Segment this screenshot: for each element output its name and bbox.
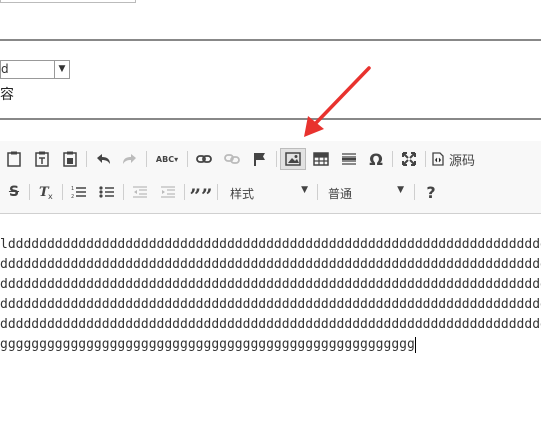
table-icon[interactable] (311, 148, 331, 170)
format-combo[interactable]: 普通 ▼ (322, 181, 408, 203)
content-line: dddddddddddddddddddddddddddddddddddddddd… (0, 297, 541, 312)
toolbar-separator (184, 184, 185, 200)
paste-icon[interactable] (4, 148, 24, 170)
font-select-value: d (1, 62, 9, 76)
toolbar-row-1: ABC ▾ Ω 源码 (0, 146, 541, 172)
spellcheck-icon[interactable]: ABC ▾ (153, 148, 181, 170)
content-line-text: gggggggggggggggggggggggggggggggggggggggg… (0, 337, 415, 352)
image-icon[interactable] (280, 148, 306, 170)
chevron-down-icon: ▼ (301, 185, 308, 195)
content-line: dddddddddddddddddddddddddddddddddddddddd… (0, 317, 541, 332)
top-input-box[interactable] (0, 0, 136, 3)
source-label: 源码 (449, 153, 476, 169)
bulleted-list-icon[interactable] (97, 181, 117, 203)
annotation-arrow-icon (304, 66, 371, 137)
help-icon[interactable]: ? (421, 181, 441, 203)
toolbar-separator (146, 151, 147, 167)
toolbar-separator (123, 184, 124, 200)
svg-text:1: 1 (71, 186, 74, 192)
format-combo-label: 普通 (328, 187, 353, 201)
undo-icon[interactable] (93, 148, 113, 170)
font-select[interactable]: d ▼ (0, 60, 70, 79)
strikethrough-icon[interactable]: S (5, 181, 23, 203)
remove-format-icon[interactable]: Tx (36, 181, 56, 203)
chevron-down-icon: ▼ (397, 185, 404, 195)
content-line: lddddddddddddddddddddddddddddddddddddddd… (0, 237, 541, 252)
svg-text:x: x (48, 192, 53, 199)
paste-text-icon[interactable] (32, 148, 52, 170)
paste-word-icon[interactable] (60, 148, 80, 170)
source-doc-icon (432, 152, 444, 166)
editor-content[interactable]: lddddddddddddddddddddddddddddddddddddddd… (0, 235, 541, 355)
toolbar-separator (425, 151, 426, 167)
content-line-last: gggggggggggggggggggggggggggggggggggggggg… (0, 335, 541, 355)
content-line: dddddddddddddddddddddddddddddddddddddddd… (0, 277, 541, 292)
chevron-down-icon: ▼ (54, 60, 69, 79)
blockquote-icon[interactable]: ”” (190, 181, 213, 208)
source-button[interactable]: 源码 (432, 148, 482, 170)
toolbar-row-2: S Tx 12 ”” 样式 ▼ 普通 ▼ ? (0, 179, 541, 208)
text-cursor (414, 336, 416, 353)
toolbar-separator (62, 184, 63, 200)
toolbar-separator (187, 151, 188, 167)
numbered-list-icon[interactable]: 12 (69, 181, 89, 203)
toolbar-separator (29, 184, 30, 200)
spellcheck-label: ABC (155, 154, 175, 164)
special-char-omega-icon[interactable]: Ω (366, 148, 386, 170)
indent-icon[interactable] (158, 181, 178, 203)
toolbar-separator (317, 184, 318, 200)
styles-combo-label: 样式 (230, 187, 255, 201)
toolbar-separator (217, 184, 218, 200)
styles-combo[interactable]: 样式 ▼ (224, 181, 312, 203)
divider-bottom (0, 118, 541, 120)
toolbar-separator (86, 151, 87, 167)
outdent-icon[interactable] (130, 181, 150, 203)
editor-toolbar: ABC ▾ Ω 源码 S T x 1 2 ”” 样式 ▼ 普通 ▼ ? (0, 141, 541, 214)
svg-text:2: 2 (71, 194, 74, 199)
redo-icon[interactable] (120, 148, 140, 170)
horizontal-rule-icon[interactable] (339, 148, 359, 170)
anchor-flag-icon[interactable] (250, 148, 270, 170)
toolbar-separator (276, 151, 277, 167)
divider-top (0, 39, 541, 41)
field-caption: 容 (0, 87, 14, 103)
toolbar-separator (392, 151, 393, 167)
link-icon[interactable] (194, 148, 214, 170)
toolbar-separator (414, 184, 415, 200)
content-line: dddddddddddddddddddddddddddddddddddddddd… (0, 257, 541, 272)
maximize-icon[interactable] (399, 148, 419, 170)
unlink-icon[interactable] (222, 148, 242, 170)
